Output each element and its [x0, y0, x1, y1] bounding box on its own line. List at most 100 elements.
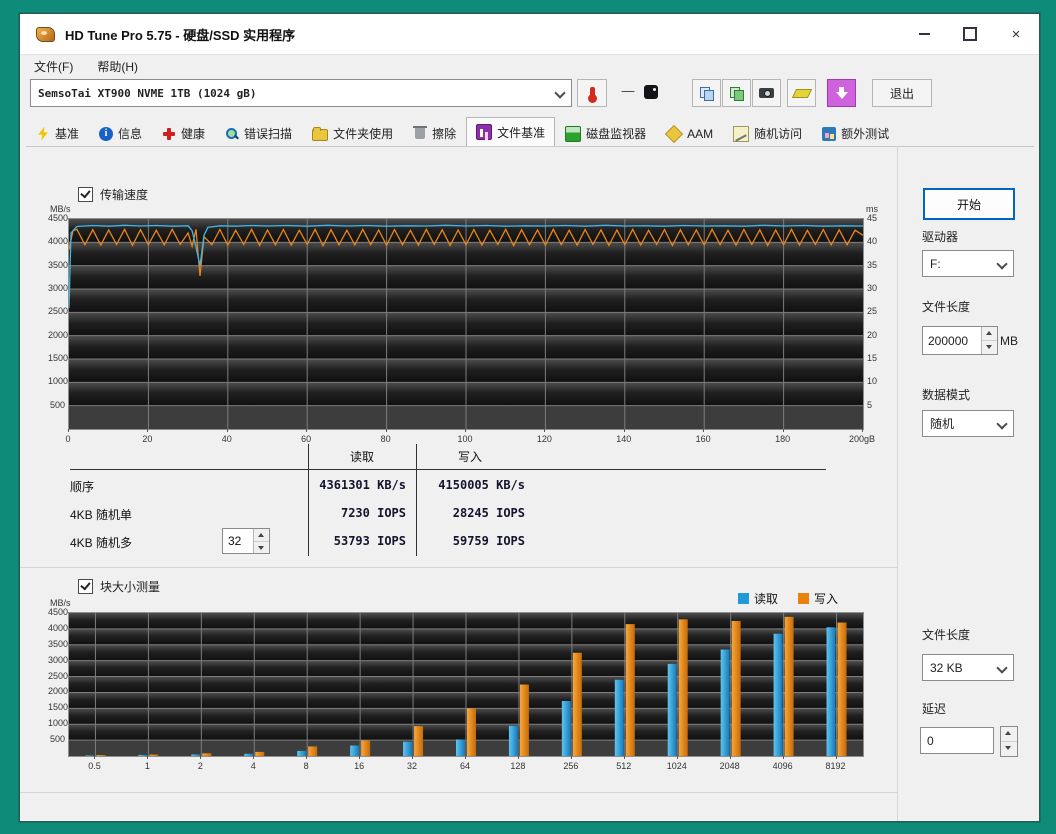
read-bar — [297, 750, 307, 756]
results-table: 读取 写入 顺序 4361301 KB/s 4150005 KB/s 4KB 随… — [20, 442, 897, 567]
tab-folder-usage[interactable]: 文件夹使用 — [302, 120, 403, 146]
tab-extra-tests[interactable]: 额外测试 — [812, 120, 899, 146]
axis-tick-mark — [253, 756, 255, 759]
tab-erase[interactable]: 擦除 — [403, 120, 466, 146]
write-bar — [837, 622, 847, 756]
tab-strip: 基准 i 信息 健康 错误扫描 文件夹使用 擦除 文件基准 磁盘监视器 AAM 随机访问 额外测试 — [26, 117, 1034, 147]
drive-combobox-value: SemsoTai XT900 NVME 1TB (1024 gB) — [38, 86, 257, 100]
exit-button[interactable]: 退出 — [872, 79, 932, 107]
axis-tick-mark — [465, 756, 466, 759]
titlebar: HD Tune Pro 5.75 - 硬盘/SSD 实用程序 × — [20, 14, 1039, 55]
write-bar — [149, 754, 159, 756]
axis-tick-label: 32 — [407, 761, 418, 771]
read-bar — [826, 627, 836, 756]
tab-random-access[interactable]: 随机访问 — [723, 120, 812, 146]
magnifier-icon — [225, 127, 239, 141]
section-divider-bottom — [20, 792, 897, 793]
start-button[interactable]: 开始 — [923, 188, 1015, 220]
spinner-down-icon[interactable] — [254, 541, 269, 553]
spinner-up-icon[interactable] — [1001, 727, 1017, 742]
axis-tick-label: 2048 — [719, 761, 740, 771]
disk-monitor-icon — [565, 125, 582, 142]
tab-file-benchmark[interactable]: 文件基准 — [466, 117, 556, 146]
delay-spinner[interactable] — [1000, 726, 1018, 757]
tab-health[interactable]: 健康 — [152, 120, 215, 146]
report-button[interactable] — [722, 79, 751, 107]
write-bar — [467, 708, 476, 756]
axis-tick-mark — [703, 429, 705, 432]
close-button[interactable]: × — [993, 14, 1039, 54]
tab-label: 随机访问 — [754, 127, 803, 141]
info-icon: i — [99, 126, 114, 141]
axis-tick-label: 3500 — [48, 638, 69, 649]
chevron-down-icon — [998, 260, 1006, 268]
axis-tick-mark — [835, 756, 837, 759]
exit-button-label: 退出 — [889, 86, 914, 101]
axis-tick-label: 45 — [867, 213, 878, 223]
drive-combobox[interactable]: SemsoTai XT900 NVME 1TB (1024 gB) — [30, 79, 572, 107]
screenshot-button[interactable] — [752, 79, 781, 107]
write-bar — [255, 751, 265, 756]
axis-tick-label: 512 — [616, 761, 632, 771]
tab-label: 健康 — [181, 127, 206, 141]
data-mode-select[interactable]: 随机 — [922, 410, 1014, 437]
maximize-icon — [963, 27, 977, 41]
drive-select[interactable]: F: — [922, 250, 1014, 277]
delay-input[interactable]: 0 — [920, 727, 994, 754]
tab-disk-monitor[interactable]: 磁盘监视器 — [555, 120, 656, 146]
spinner-down-icon[interactable] — [982, 341, 997, 354]
menu-file[interactable]: 文件(F) — [24, 56, 83, 77]
tab-info[interactable]: i 信息 — [89, 120, 152, 146]
axis-tick-label: 3000 — [48, 654, 69, 665]
axis-tick-label: 4500 — [48, 607, 69, 617]
tab-benchmark[interactable]: 基准 — [26, 120, 89, 146]
axis-tick-label: 40 — [867, 236, 878, 247]
file-length-unit: MB — [1000, 334, 1018, 348]
axis-tick-mark — [862, 429, 863, 432]
write-bar — [414, 726, 424, 756]
read-bar — [773, 633, 783, 756]
queue-depth-spinner[interactable]: 32 — [222, 528, 270, 554]
tab-error-scan[interactable]: 错误扫描 — [215, 120, 302, 146]
write-bar — [96, 755, 106, 757]
axis-tick-mark — [306, 429, 308, 432]
thermometer-icon — [587, 86, 597, 103]
download-button[interactable] — [827, 79, 856, 107]
axis-tick-label: 20 — [867, 329, 878, 340]
write-value-4kb-single: 28245 IOPS — [452, 506, 525, 520]
axis-tick-mark — [729, 756, 731, 759]
spinner-up-icon[interactable] — [254, 529, 269, 542]
file-benchmark-icon — [476, 124, 493, 140]
axis-tick-label: 4000 — [48, 236, 69, 247]
menu-help[interactable]: 帮助(H) — [87, 56, 148, 77]
read-bar — [85, 755, 95, 757]
write-bar — [572, 652, 582, 756]
tab-aam[interactable]: AAM — [656, 120, 723, 146]
read-bar — [244, 753, 254, 756]
highlight-button[interactable] — [787, 79, 816, 107]
column-header-read: 读取 — [349, 450, 374, 464]
spinner-up-icon[interactable] — [982, 327, 997, 341]
lightning-icon — [38, 126, 48, 141]
axis-tick-label: 4000 — [48, 622, 69, 633]
axis-tick-label: 25 — [867, 306, 878, 317]
read-value-4kb-multi: 53793 IOPS — [333, 534, 406, 548]
file-length-spinner[interactable]: 200000 — [922, 326, 998, 355]
write-bar — [625, 624, 635, 756]
tab-label: 错误扫描 — [244, 127, 293, 141]
axis-tick-mark — [676, 756, 678, 759]
axis-tick-label: 2000 — [48, 329, 69, 340]
temperature-button[interactable] — [577, 79, 607, 107]
axis-tick-mark — [517, 756, 519, 759]
maximize-button[interactable] — [947, 14, 993, 54]
copy-button[interactable] — [692, 79, 721, 107]
block-file-length-select[interactable]: 32 KB — [922, 654, 1014, 681]
minimize-button[interactable] — [901, 14, 947, 54]
axis-tick-label: 8 — [303, 761, 309, 771]
axis-tick-label: 3000 — [48, 283, 69, 293]
axis-tick-label: 0.5 — [88, 761, 101, 771]
chevron-down-icon — [998, 420, 1006, 428]
temperature-chip-icon — [644, 85, 658, 99]
spinner-down-icon[interactable] — [1001, 742, 1017, 756]
column-header-write: 写入 — [457, 450, 482, 464]
